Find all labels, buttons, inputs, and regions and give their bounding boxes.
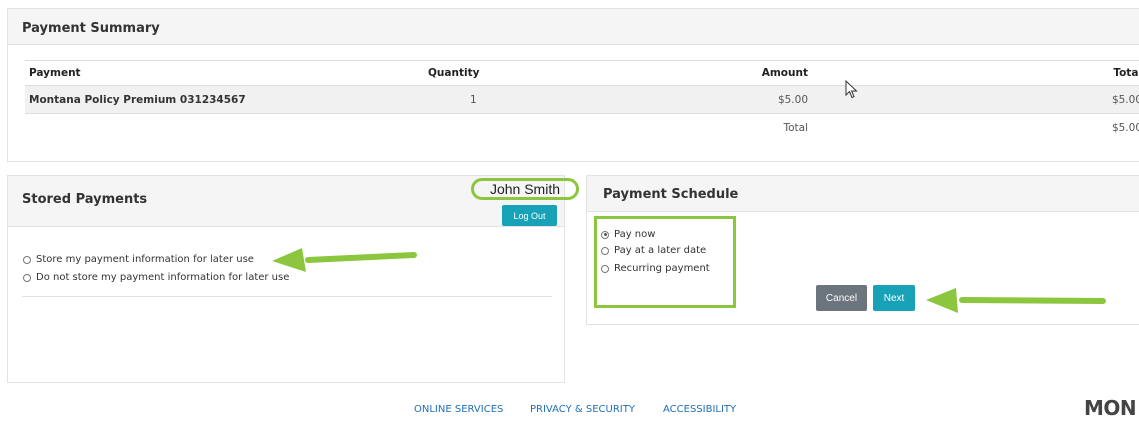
divider bbox=[22, 296, 552, 297]
row-total: $5.00 bbox=[1111, 94, 1139, 106]
pay-later-option[interactable]: Pay at a later date bbox=[601, 245, 706, 256]
footer-link-privacy-security[interactable]: PRIVACY & SECURITY bbox=[530, 404, 635, 415]
header-quantity: Quantity bbox=[428, 67, 480, 79]
payment-schedule-title: Payment Schedule bbox=[603, 187, 739, 202]
user-name: John Smith bbox=[471, 178, 579, 200]
payment-summary-table: Payment Quantity Amount Total Montana Po… bbox=[25, 60, 1139, 134]
do-not-store-payment-label: Do not store my payment information for … bbox=[36, 272, 290, 283]
stored-payments-title: Stored Payments bbox=[22, 192, 148, 207]
stored-payments-panel: Stored Payments John Smith Log Out Store… bbox=[7, 175, 579, 383]
redacted-area bbox=[8, 304, 268, 379]
header-total: Total bbox=[1113, 67, 1139, 79]
header-payment: Payment bbox=[29, 67, 81, 79]
table-total-row: Total $5.00 bbox=[25, 114, 1139, 142]
payment-summary-header: Payment Summary bbox=[8, 9, 1139, 45]
pay-now-option[interactable]: Pay now bbox=[601, 229, 655, 240]
next-button[interactable]: Next bbox=[873, 285, 915, 311]
radio-pay-later[interactable] bbox=[601, 246, 609, 255]
log-out-button[interactable]: Log Out bbox=[502, 205, 557, 226]
recurring-payment-option[interactable]: Recurring payment bbox=[601, 263, 710, 274]
radio-store-payment[interactable] bbox=[23, 255, 31, 264]
pay-later-label: Pay at a later date bbox=[614, 245, 707, 256]
row-quantity: 1 bbox=[470, 94, 477, 106]
total-value: $5.00 bbox=[1111, 122, 1139, 134]
table-row: Montana Policy Premium 031234567 1 $5.00… bbox=[25, 85, 1139, 114]
radio-pay-now[interactable] bbox=[601, 230, 609, 239]
footer-link-online-services[interactable]: ONLINE SERVICES bbox=[414, 404, 503, 415]
footer-link-accessibility[interactable]: ACCESSIBILITY bbox=[663, 404, 736, 415]
header-amount: Amount bbox=[761, 67, 808, 79]
pay-now-label: Pay now bbox=[614, 229, 656, 240]
brand-logo-text: MON bbox=[1084, 396, 1137, 420]
payment-schedule-header: Payment Schedule bbox=[587, 176, 1139, 212]
store-payment-option[interactable]: Store my payment information for later u… bbox=[23, 254, 254, 265]
stored-payments-header: Stored Payments John Smith Log Out bbox=[8, 176, 579, 227]
payment-summary-panel: Payment Summary Payment Quantity Amount … bbox=[7, 8, 1139, 162]
store-payment-label: Store my payment information for later u… bbox=[36, 254, 254, 265]
radio-recurring-payment[interactable] bbox=[601, 264, 609, 273]
arrow-pointer-icon bbox=[926, 288, 1106, 313]
total-label: Total bbox=[783, 122, 808, 134]
recurring-payment-label: Recurring payment bbox=[614, 263, 710, 274]
mouse-cursor-icon bbox=[845, 80, 858, 99]
arrow-pointer-icon bbox=[272, 248, 417, 272]
payment-summary-title: Payment Summary bbox=[22, 21, 160, 36]
do-not-store-payment-option[interactable]: Do not store my payment information for … bbox=[23, 272, 289, 283]
row-amount: $5.00 bbox=[777, 94, 808, 106]
table-header-row: Payment Quantity Amount Total bbox=[25, 67, 1139, 85]
row-payment: Montana Policy Premium 031234567 bbox=[29, 94, 246, 106]
cancel-button[interactable]: Cancel bbox=[816, 285, 867, 311]
radio-do-not-store-payment[interactable] bbox=[23, 273, 31, 282]
